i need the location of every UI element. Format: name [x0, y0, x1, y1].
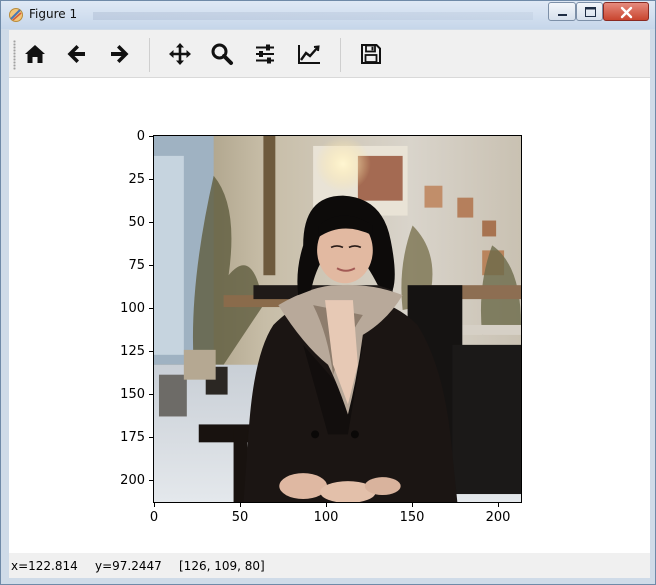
x-tick-label: 150 — [399, 510, 425, 525]
title-bar[interactable]: Figure 1 — [1, 1, 655, 29]
magnifier-icon — [211, 43, 233, 65]
pan-button[interactable] — [164, 38, 196, 70]
back-button[interactable] — [61, 38, 93, 70]
edit-axis-button[interactable] — [293, 38, 325, 70]
y-tick-mark — [149, 351, 153, 352]
figure-window: Figure 1 0 25 50 75 100 125 150 175 200 … — [0, 0, 656, 585]
maximize-button[interactable] — [576, 2, 603, 21]
y-tick-label: 100 — [120, 301, 145, 316]
sliders-icon — [256, 44, 274, 64]
window-title: Figure 1 — [29, 7, 78, 21]
x-tick-label: 0 — [149, 510, 159, 525]
zoom-button[interactable] — [206, 38, 238, 70]
figure-client: 0 25 50 75 100 125 150 175 200 0 50 100 — [9, 30, 650, 578]
toolbar-separator — [149, 38, 150, 72]
pixel-value-readout: [126, 109, 80] — [179, 559, 265, 573]
x-tick-mark — [240, 503, 241, 507]
title-blur — [93, 12, 533, 20]
y-tick-mark — [149, 394, 153, 395]
y-tick-mark — [149, 480, 153, 481]
arrow-right-icon — [111, 45, 129, 63]
y-tick-label: 200 — [120, 473, 145, 488]
y-tick-label: 175 — [120, 430, 145, 445]
configure-subplots-button[interactable] — [249, 38, 281, 70]
y-tick-mark — [149, 222, 153, 223]
arrow-left-icon — [67, 45, 85, 63]
y-tick-label: 125 — [120, 344, 145, 359]
y-tick-mark — [149, 136, 153, 137]
forward-button[interactable] — [103, 38, 135, 70]
image-axes[interactable] — [153, 135, 522, 503]
navigation-toolbar — [9, 30, 650, 78]
figure-canvas[interactable]: 0 25 50 75 100 125 150 175 200 0 50 100 — [9, 79, 650, 553]
toolbar-separator — [340, 38, 341, 72]
toolbar-grip[interactable] — [13, 40, 16, 70]
photo-image — [154, 136, 521, 502]
floppy-disk-icon — [361, 44, 381, 64]
line-chart-icon — [298, 45, 320, 64]
close-button[interactable] — [603, 2, 649, 21]
y-tick-label: 25 — [128, 172, 145, 187]
close-icon — [620, 6, 633, 19]
x-tick-mark — [498, 503, 499, 507]
home-icon — [25, 45, 45, 63]
move-icon — [169, 43, 191, 65]
x-tick-label: 50 — [231, 510, 249, 525]
x-tick-mark — [154, 503, 155, 507]
x-tick-label: 200 — [485, 510, 511, 525]
x-tick-mark — [326, 503, 327, 507]
x-tick-label: 100 — [313, 510, 339, 525]
x-tick-mark — [412, 503, 413, 507]
y-tick-mark — [149, 308, 153, 309]
y-tick-label: 0 — [136, 129, 145, 144]
y-tick-label: 50 — [128, 215, 145, 230]
home-button[interactable] — [19, 38, 51, 70]
minimize-button[interactable] — [548, 2, 576, 21]
y-tick-mark — [149, 437, 153, 438]
y-tick-label: 150 — [120, 387, 145, 402]
save-button[interactable] — [355, 38, 387, 70]
cursor-y-readout: y=97.2447 — [95, 559, 162, 573]
status-bar: x=122.814 y=97.2447 [126, 109, 80] — [9, 553, 650, 578]
y-tick-mark — [149, 265, 153, 266]
minimize-icon — [558, 14, 567, 16]
y-tick-mark — [149, 179, 153, 180]
app-icon — [9, 8, 23, 22]
y-tick-label: 75 — [128, 258, 145, 273]
maximize-icon — [585, 7, 596, 17]
cursor-x-readout: x=122.814 — [11, 559, 78, 573]
